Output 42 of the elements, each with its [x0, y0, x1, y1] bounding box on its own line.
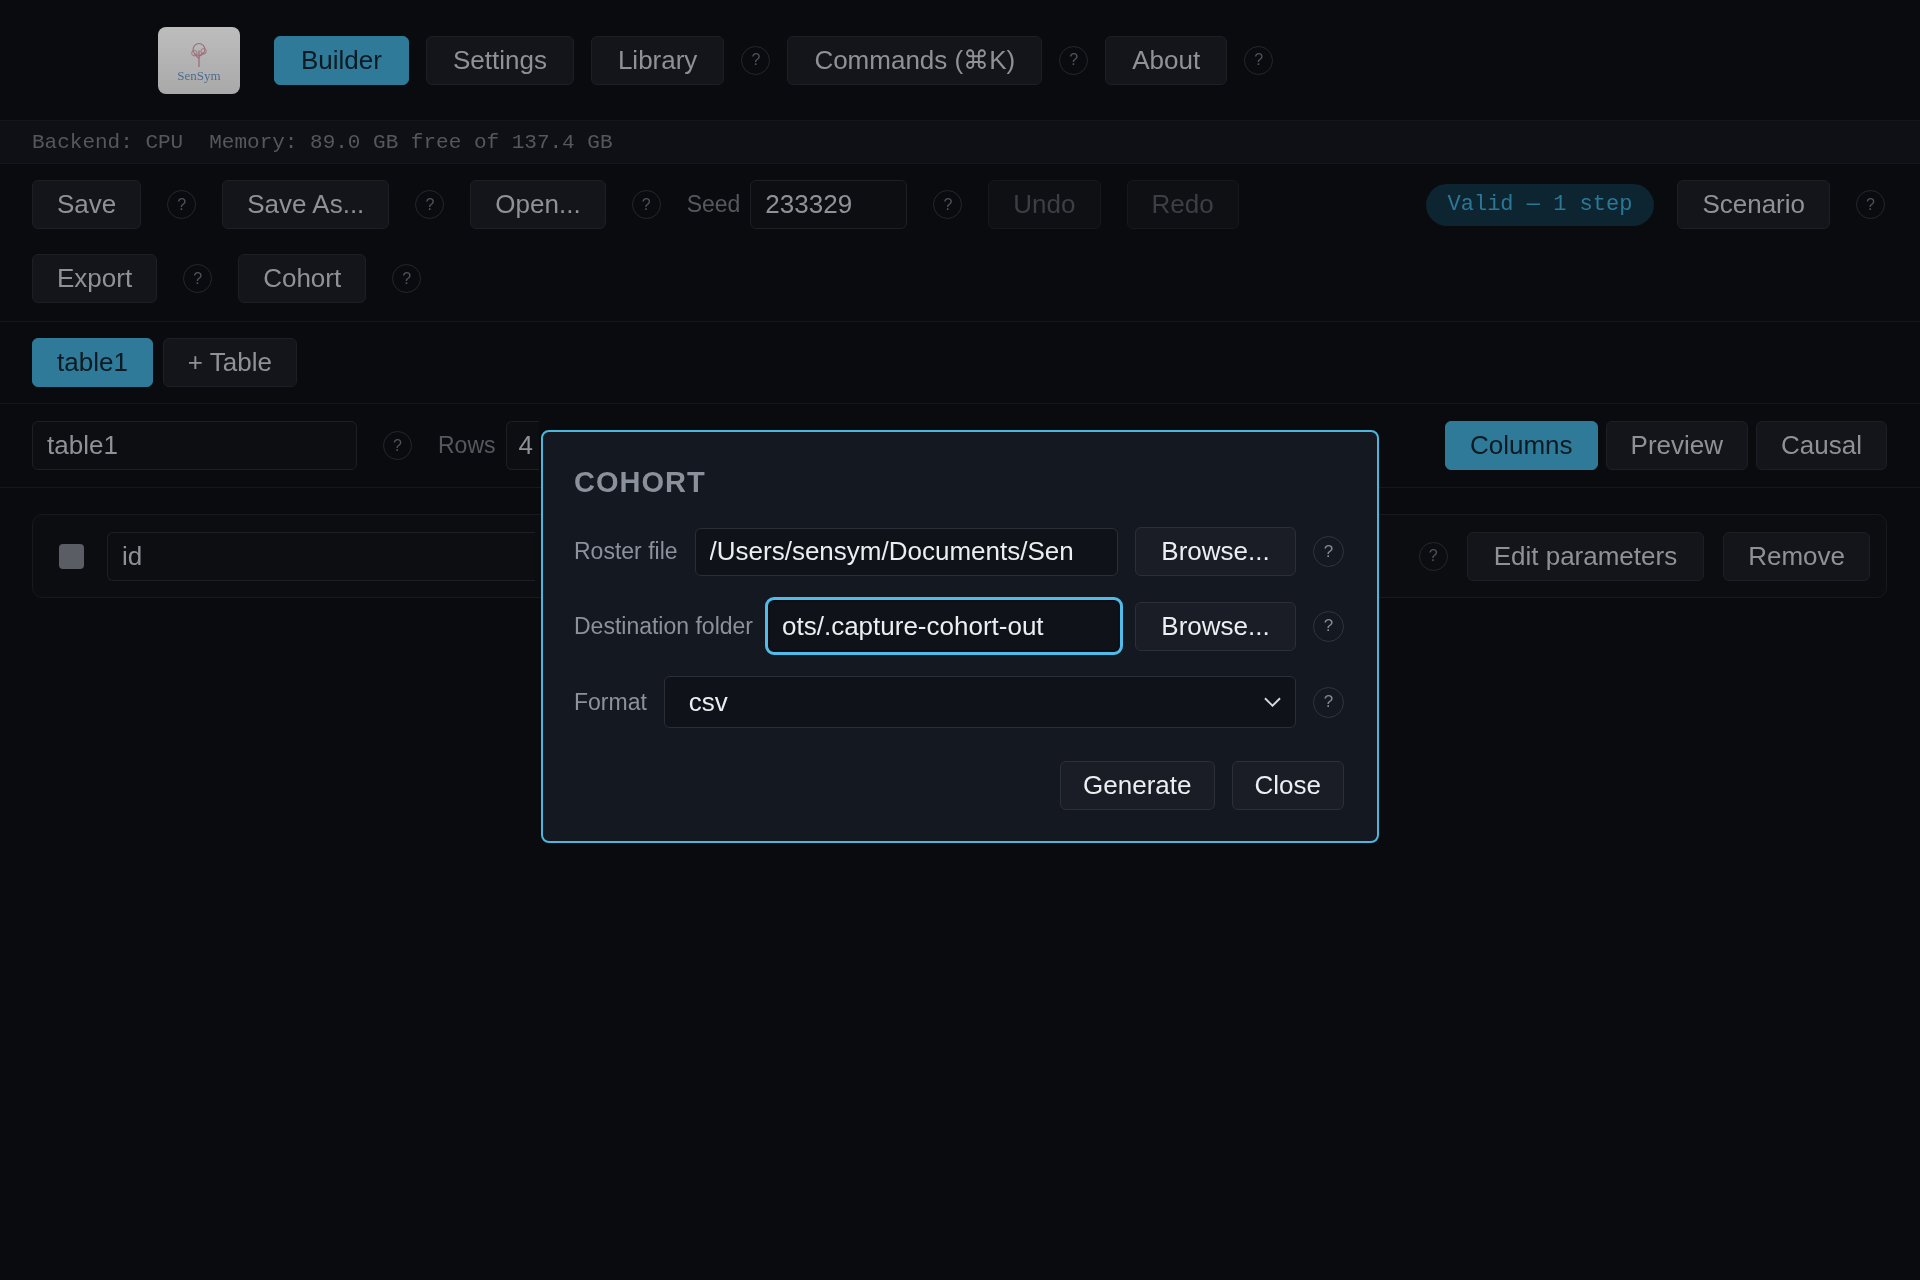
edit-parameters-button[interactable]: Edit parameters	[1466, 531, 1705, 581]
nav-tab[interactable]: Settings	[425, 35, 574, 85]
path-field[interactable]: ots/.capture-cohort-out	[765, 597, 1123, 655]
tree-icon	[188, 41, 210, 68]
memory-status: Memory: 89.0 GB free of 137.4 GB	[209, 130, 613, 154]
toolbar-button[interactable]: Open...	[470, 180, 606, 229]
rows-field[interactable]: 4	[505, 421, 539, 470]
status-badge: Valid — 1 step	[1425, 183, 1655, 226]
remove-button[interactable]: Remove	[1723, 531, 1870, 581]
browse-button[interactable]: Browse...	[1135, 527, 1296, 576]
toolbar-button[interactable]: Save	[32, 180, 142, 229]
toolbar-button[interactable]: Cohort	[238, 254, 367, 303]
field-label: Roster file	[574, 538, 678, 565]
table-tab[interactable]: table1	[32, 338, 153, 387]
dialog-button[interactable]: Generate	[1060, 761, 1215, 810]
logo-text: SenSym	[177, 67, 221, 83]
table-name-field[interactable]: table1	[32, 421, 357, 470]
column-name-field[interactable]: id	[107, 531, 535, 581]
nav-tab[interactable]: Builder	[274, 35, 409, 85]
toolbar-button[interactable]: Scenario	[1677, 180, 1830, 229]
chevron-down-icon	[1264, 697, 1281, 707]
field-label: Seed	[686, 191, 741, 218]
nav-tab[interactable]: Commands (⌘K)	[787, 35, 1043, 85]
field-label: Format	[574, 688, 647, 716]
add-table-button[interactable]: + Table	[162, 338, 297, 387]
number-field[interactable]: 233329	[750, 180, 908, 229]
toolbar-button[interactable]: Export	[32, 254, 158, 303]
field-label: Destination folder	[574, 612, 753, 640]
nav-tab[interactable]: About	[1105, 35, 1228, 85]
browse-button[interactable]: Browse...	[1135, 601, 1296, 651]
nav-tab[interactable]: Library	[590, 35, 725, 85]
backend-status: Backend: CPU	[32, 130, 184, 154]
dialog-title: COHORT	[574, 466, 707, 499]
path-field[interactable]: /Users/sensym/Documents/Sen	[694, 527, 1118, 576]
format-select[interactable]: csv	[663, 676, 1296, 728]
view-tab[interactable]: Columns	[1445, 421, 1598, 470]
field-label: Rows	[438, 432, 496, 459]
view-tab[interactable]: Preview	[1605, 421, 1749, 470]
checkbox[interactable]	[59, 543, 84, 569]
toolbar-button[interactable]: Save As...	[222, 180, 390, 229]
dialog-button[interactable]: Close	[1231, 761, 1344, 810]
view-tab[interactable]: Causal	[1756, 421, 1887, 470]
